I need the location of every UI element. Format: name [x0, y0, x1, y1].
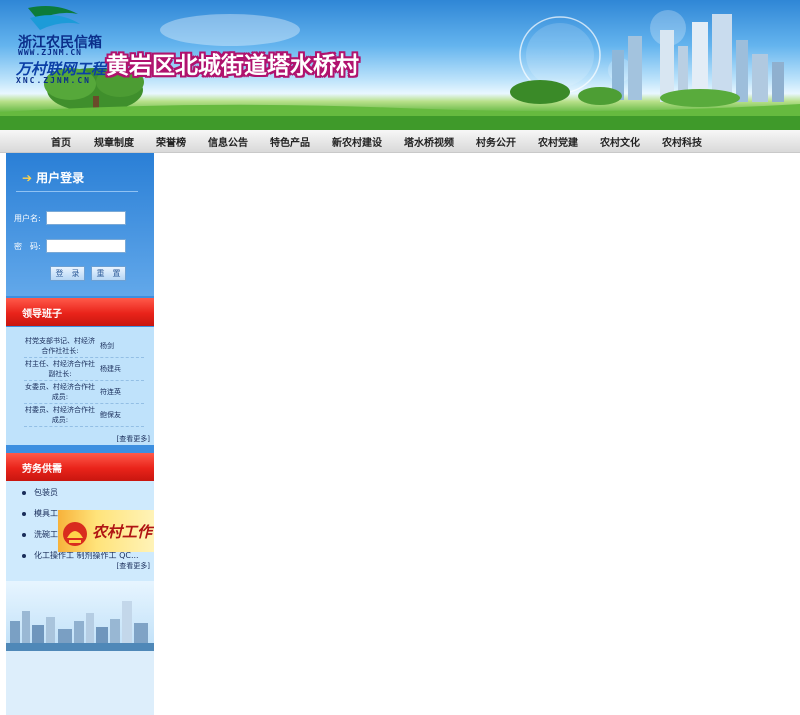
- main-nav: 首页 规章制度 荣誉榜 信息公告 特色产品 新农村建设 塔水桥视频 村务公开 农…: [0, 130, 800, 153]
- nav-item-home[interactable]: 首页: [51, 134, 71, 149]
- leader-role: 村主任、村经济合作社副社长:: [25, 360, 95, 378]
- leaders-list: 村党支部书记、村经济合作社社长: 杨剑 村主任、村经济合作社副社长: 杨建兵 女…: [6, 327, 154, 445]
- bullet-icon: [22, 511, 26, 516]
- list-item[interactable]: 包装员: [22, 487, 58, 498]
- leaders-header: 领导班子: [6, 298, 154, 326]
- list-item[interactable]: 模具工: [22, 508, 58, 519]
- nav-item-announcements[interactable]: 信息公告: [208, 134, 248, 149]
- header-banner: 浙江农民信箱 WWW.ZJNM.CN 万村联网工程 XNC.ZJNM.CN 黄岩…: [0, 0, 800, 130]
- supply-title: 劳务供需: [22, 464, 62, 475]
- nav-item-rural-technology[interactable]: 农村科技: [662, 134, 702, 149]
- site-title: 黄岩区北城街道塔水桥村: [106, 53, 359, 79]
- nav-item-new-countryside[interactable]: 新农村建设: [332, 134, 382, 149]
- nav-item-specialty-products[interactable]: 特色产品: [270, 134, 310, 149]
- leader-role: 村委员、村经济合作社成员:: [25, 406, 95, 424]
- password-input[interactable]: [46, 239, 126, 253]
- nav-item-regulations[interactable]: 规章制度: [94, 134, 134, 149]
- leader-role: 女委员、村经济合作社成员:: [25, 383, 95, 401]
- sidebar-footer: [6, 651, 154, 715]
- leaders-title: 领导班子: [22, 309, 62, 320]
- password-label: 密 码:: [14, 242, 41, 251]
- leader-name: 符连英: [100, 388, 121, 396]
- ad-banner[interactable]: 农村工作: [58, 510, 154, 552]
- leader-row: 村党支部书记、村经济合作社社长: 杨剑: [24, 335, 144, 358]
- login-title-text: 用户登录: [36, 171, 85, 185]
- arrow-right-icon: ➔: [22, 171, 33, 185]
- nav-item-party-building[interactable]: 农村党建: [538, 134, 578, 149]
- reset-button[interactable]: 重 置: [91, 266, 126, 281]
- bullet-icon: [22, 490, 26, 495]
- emblem-icon: [63, 522, 87, 546]
- leader-row: 村主任、村经济合作社副社长: 杨建兵: [24, 358, 144, 381]
- divider: [16, 191, 138, 192]
- leader-row: 女委员、村经济合作社成员: 符连英: [24, 381, 144, 404]
- nav-item-rural-culture[interactable]: 农村文化: [600, 134, 640, 149]
- username-input[interactable]: [46, 211, 126, 225]
- nav-item-honor-roll[interactable]: 荣誉榜: [156, 134, 186, 149]
- leader-row: 村委员、村经济合作社成员: 鲍保友: [24, 404, 144, 427]
- username-label: 用户名:: [14, 214, 41, 223]
- supply-header: 劳务供需: [6, 453, 154, 481]
- nav-item-village-affairs[interactable]: 村务公开: [476, 134, 516, 149]
- login-panel: ➔ 用户登录 用户名: 密 码: 登 录 重 置: [6, 153, 154, 296]
- ad-text: 农村工作: [92, 523, 153, 541]
- leader-role: 村党支部书记、村经济合作社社长:: [25, 337, 95, 355]
- supply-more-link[interactable]: [查看更多]: [117, 561, 150, 571]
- leader-name: 杨建兵: [100, 365, 121, 373]
- leader-name: 鲍保友: [100, 411, 121, 419]
- bullet-icon: [22, 553, 26, 558]
- bullet-icon: [22, 532, 26, 537]
- left-sidebar: ➔ 用户登录 用户名: 密 码: 登 录 重 置 领导班子 村党支部书记、村经济合…: [6, 153, 154, 715]
- login-title: ➔ 用户登录: [22, 169, 84, 186]
- nav-item-village-video[interactable]: 塔水桥视频: [404, 134, 454, 149]
- list-item[interactable]: 洗碗工: [22, 529, 58, 540]
- city-skyline-image: [6, 581, 154, 651]
- leader-name: 杨剑: [100, 342, 114, 350]
- logo-url: WWW.ZJNM.CN: [18, 48, 82, 57]
- leaders-more-link[interactable]: [查看更多]: [117, 434, 150, 444]
- login-button[interactable]: 登 录: [50, 266, 85, 281]
- logo-url-secondary: XNC.ZJNM.CN: [16, 76, 91, 85]
